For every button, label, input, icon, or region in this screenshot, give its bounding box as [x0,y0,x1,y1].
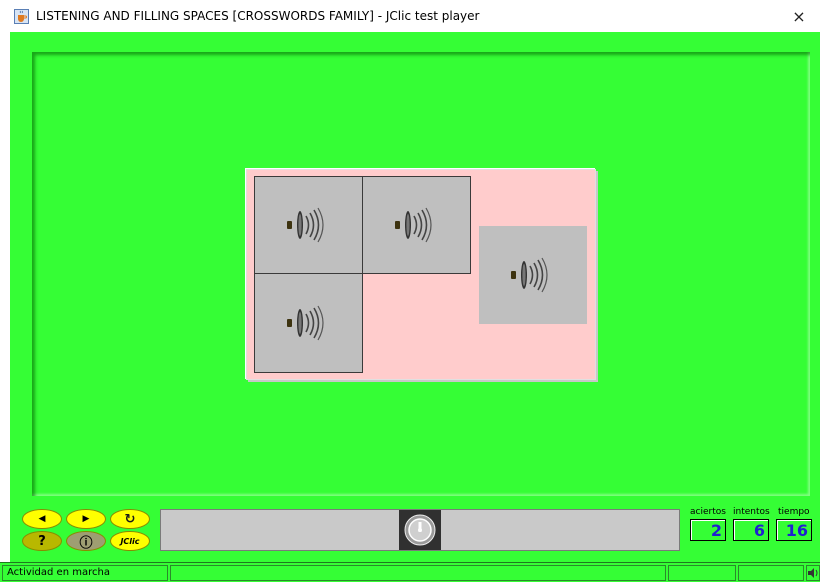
intentos-label: intentos [733,507,770,517]
java-cup-icon [14,9,29,24]
tiempo-label: tiempo [778,507,810,517]
aciertos-counter: 2 [690,519,726,541]
window-title: LISTENING AND FILLING SPACES [CROSSWORDS… [36,9,480,23]
message-area [160,509,680,551]
aciertos-value: 2 [710,520,722,540]
sound-cell-4[interactable] [479,226,587,324]
next-button[interactable]: ▶ [66,509,106,529]
jclic-button[interactable]: JClic [110,531,150,551]
status-segment [668,565,736,581]
status-bar: Actividad en marcha [0,562,820,582]
info-button[interactable]: ⓘ [66,531,106,551]
arrow-left-icon: ◀ [38,514,46,524]
close-icon: × [792,6,806,26]
prev-button[interactable]: ◀ [22,509,62,529]
restart-button[interactable]: ↻ [110,509,150,529]
info-icon: ⓘ [79,535,93,551]
intentos-value: 6 [753,520,765,540]
speaker-sound-icon [286,305,324,341]
intentos-counter: 6 [733,519,769,541]
speaker-icon [808,568,818,578]
sound-cell-3[interactable] [254,273,363,373]
status-message: Actividad en marcha [2,565,168,581]
title-bar: LISTENING AND FILLING SPACES [CROSSWORDS… [0,0,820,32]
clock-icon [399,510,441,550]
help-button[interactable]: ? [22,531,62,551]
speaker-sound-icon [286,207,324,243]
aciertos-label: aciertos [690,507,726,517]
jclic-logo: JClic [120,536,140,546]
refresh-icon: ↻ [124,511,136,527]
sound-toggle[interactable] [806,565,820,581]
sound-cell-2[interactable] [362,176,471,274]
speaker-sound-icon [511,257,548,293]
close-button[interactable]: × [778,0,820,32]
status-segment [170,565,666,581]
sound-cell-1[interactable] [254,176,363,274]
activity-board [246,169,596,380]
help-icon: ? [38,533,46,549]
tiempo-value: 16 [785,520,808,540]
status-segment [738,565,804,581]
speaker-sound-icon [394,207,432,243]
tiempo-counter: 16 [776,519,812,541]
arrow-right-icon: ▶ [82,514,90,524]
